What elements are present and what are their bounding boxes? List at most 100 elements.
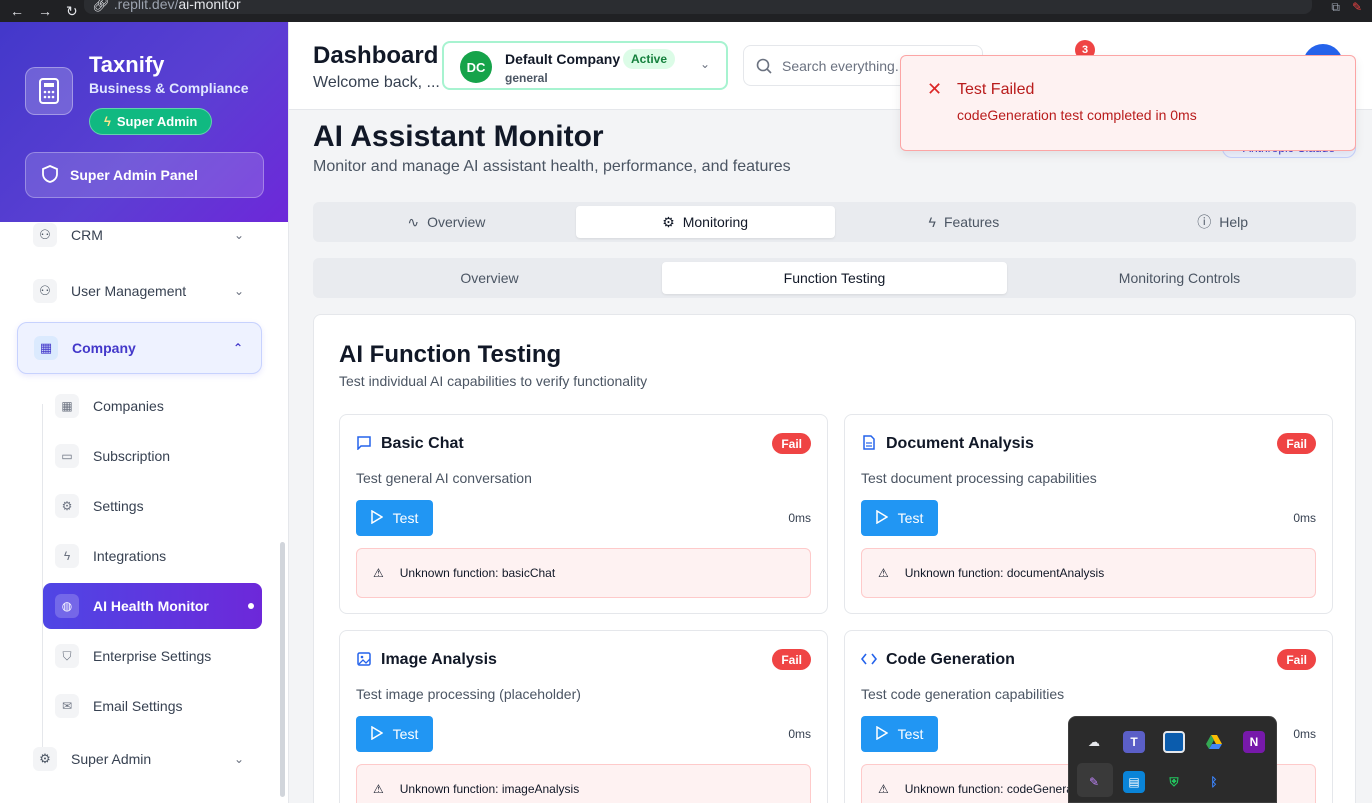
sidebar-item-email-settings[interactable]: ✉ Email Settings [43,684,262,728]
sidebar-item-label: Super Admin [71,751,152,767]
super-admin-panel-label: Super Admin Panel [70,167,198,183]
tab-monitoring[interactable]: ⚙ Monitoring [575,206,835,238]
chat-icon [356,435,372,453]
tab-label: Features [943,214,1000,230]
tab-label: Monitoring [682,214,749,230]
warning-icon: ⚠ [373,782,384,796]
card-description: Test general AI conversation [356,470,532,486]
sidebar-item-user-management[interactable]: ⚇ User Management ⌄ [17,269,262,313]
mail-icon: ✉ [55,694,79,718]
play-icon [370,509,384,527]
sidebar-item-label: Integrations [93,548,167,564]
chevron-up-icon: ⌃ [232,341,243,355]
user-icon: ⚇ [33,279,57,303]
sidebar-item-super-admin[interactable]: ⚙ Super Admin ⌄ [17,737,262,781]
card-title-row: Image Analysis [356,651,497,669]
monitor-title: AI Assistant Monitor [313,120,604,153]
test-button[interactable]: Test [356,716,433,752]
test-button[interactable]: Test [356,500,433,536]
extensions-icon[interactable]: ⧉ [1331,0,1340,15]
brain-icon: ◍ [55,594,79,618]
test-button-label: Test [897,510,924,526]
test-button-label: Test [392,510,419,526]
sidebar-item-crm[interactable]: ⚇ CRM ⌄ [17,213,262,257]
error-message: ⚠ Unknown function: imageAnalysis [356,764,811,803]
company-name: Default Company [505,51,621,67]
tab-label: Overview [427,214,486,230]
system-tray-overflow: ☁ T N ✎ ▤ ⛨ ᛒ [1068,716,1277,803]
sidebar-item-label: Enterprise Settings [93,648,212,664]
building-icon: ▦ [55,394,79,418]
sidebar-scrollbar[interactable] [280,542,285,797]
sidebar-item-settings[interactable]: ⚙ Settings [43,484,262,528]
sidebar-item-company[interactable]: ▦ Company ⌃ [17,322,262,374]
link-icon: 🔗︎ [92,0,110,12]
sidebar-item-label: Company [72,340,136,356]
forward-icon[interactable]: → [38,3,52,20]
cloud-sync-icon[interactable]: ☁ [1083,731,1105,753]
toast-title: Test Failed [957,81,1035,98]
card-title-row: Code Generation [860,651,1015,669]
panel-subtitle: Test individual AI capabilities to verif… [339,373,648,389]
role-badge: ϟ Super Admin [89,108,213,135]
shield-icon: ⛉ [55,644,79,668]
sidebar-item-label: User Management [71,283,187,299]
screen-icon[interactable] [1163,731,1185,753]
teams-icon[interactable]: T [1123,731,1145,753]
test-card-basic-chat: Basic Chat Fail Test general AI conversa… [339,414,828,614]
calculator-icon [25,67,73,115]
test-button[interactable]: Test [861,716,938,752]
users-icon: ⚇ [33,223,57,247]
sidebar-item-integrations[interactable]: ϟ Integrations [43,534,262,578]
main-tabs: ∿ Overview ⚙ Monitoring ϟ Features ⓘ Hel… [313,202,1356,242]
error-message: ⚠ Unknown function: basicChat [356,548,811,598]
status-badge: Fail [772,649,811,670]
card-icon: ▭ [55,444,79,468]
tab-overview[interactable]: ∿ Overview [317,206,576,238]
toast-notification: ✕ Test Failed codeGeneration test comple… [900,55,1356,151]
response-time: 0ms [788,511,811,525]
play-icon [875,509,889,527]
company-switcher[interactable]: DC Default Company general Active ⌄ [442,41,728,90]
subtab-monitoring-controls[interactable]: Monitoring Controls [1007,262,1352,294]
sub-tabs: Overview Function Testing Monitoring Con… [313,258,1356,298]
brand-name: Taxnify [89,52,165,77]
close-icon[interactable]: ✕ [927,79,942,100]
reload-icon[interactable]: ↻ [66,3,78,20]
url-prefix: .replit.dev/ [113,0,179,12]
test-card-document-analysis: Document Analysis Fail Test document pro… [844,414,1333,614]
status-badge: Fail [1277,433,1316,454]
bolt-icon: ϟ [104,114,111,129]
sidebar-item-companies[interactable]: ▦ Companies [43,384,262,428]
card-title-row: Document Analysis [861,435,1034,453]
defender-icon[interactable]: ⛨ [1163,771,1185,793]
chevron-down-icon: ⌄ [699,57,710,71]
bolt-icon: ϟ [928,214,936,230]
drive-icon[interactable] [1203,731,1225,753]
warning-icon: ⚠ [878,782,889,796]
store-icon[interactable]: ▤ [1123,771,1145,793]
tab-features[interactable]: ϟ Features [835,206,1094,238]
tab-help[interactable]: ⓘ Help [1093,206,1352,238]
subtab-overview[interactable]: Overview [317,262,662,294]
code-icon [860,652,878,668]
back-icon[interactable]: ← [10,3,24,20]
sidebar-item-subscription[interactable]: ▭ Subscription [43,434,262,478]
test-button[interactable]: Test [861,500,938,536]
sidebar-item-enterprise-settings[interactable]: ⛉ Enterprise Settings [43,634,262,678]
subtab-function-testing[interactable]: Function Testing [662,262,1007,294]
address-bar[interactable]: 🔗︎ .replit.dev/ai-monitor [84,0,1312,14]
edit-icon[interactable]: ✎ [1352,0,1362,15]
sidebar-item-ai-health-monitor[interactable]: ◍ AI Health Monitor [43,583,262,629]
panel-title: AI Function Testing [339,341,562,368]
response-time: 0ms [1293,727,1316,741]
feather-icon[interactable]: ✎ [1083,771,1105,793]
sidebar-item-label: Email Settings [93,698,183,714]
monitor-subtitle: Monitor and manage AI assistant health, … [313,158,791,175]
onenote-icon[interactable]: N [1243,731,1265,753]
super-admin-panel-button[interactable]: Super Admin Panel [25,152,264,198]
gear-icon: ⚙ [662,213,675,230]
bluetooth-icon[interactable]: ᛒ [1203,771,1225,793]
status-badge: Fail [772,433,811,454]
card-description: Test document processing capabilities [861,470,1097,486]
